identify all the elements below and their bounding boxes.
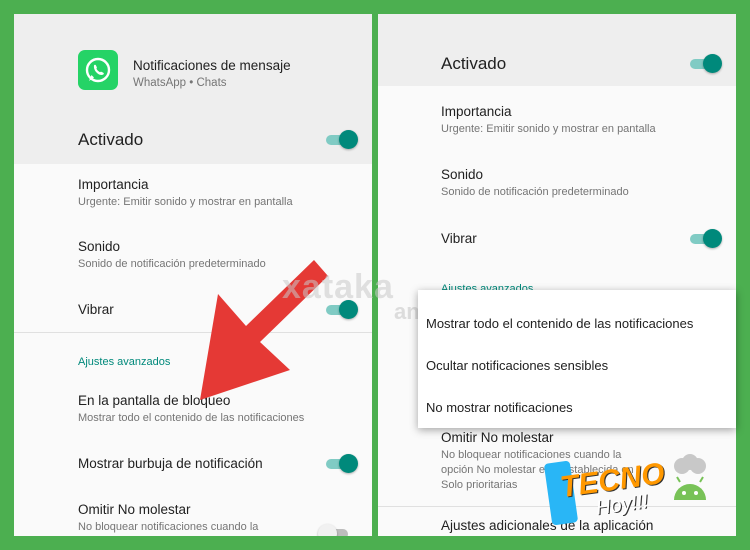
top-strip [378, 14, 736, 28]
importance-row[interactable]: Importancia Urgente: Emitir sonido y mos… [378, 94, 736, 152]
popup-option[interactable]: Mostrar todo el contenido de las notific… [426, 316, 693, 331]
dnd-row[interactable]: Omitir No molestar No bloquear notificac… [14, 490, 372, 536]
popup-option[interactable]: Ocultar notificaciones sensibles [426, 358, 608, 373]
bubble-title: Mostrar burbuja de notificación [78, 456, 263, 471]
master-toggle-switch[interactable] [326, 130, 358, 150]
sound-title: Sonido [78, 239, 121, 254]
whatsapp-icon [78, 50, 118, 90]
dnd-switch[interactable] [318, 524, 350, 536]
lockscreen-subtitle: Mostrar todo el contenido de las notific… [78, 412, 305, 424]
vibrate-row[interactable]: Vibrar [378, 220, 736, 264]
importance-subtitle: Urgente: Emitir sonido y mostrar en pant… [78, 196, 293, 208]
dnd-title: Omitir No molestar [78, 502, 191, 517]
vibrate-title: Vibrar [78, 302, 114, 317]
master-toggle-row[interactable]: Activado [378, 28, 736, 86]
master-toggle-row[interactable]: Activado [14, 118, 372, 164]
bubble-switch[interactable] [326, 454, 358, 474]
sound-row[interactable]: Sonido Sonido de notificación predetermi… [378, 158, 736, 216]
popup-option[interactable]: No mostrar notificaciones [426, 400, 573, 415]
dnd-title: Omitir No molestar [441, 430, 554, 445]
advanced-section-title: Ajustes avanzados [78, 356, 171, 368]
master-toggle-label: Activado [441, 54, 507, 73]
dnd-subtitle-line3: Solo prioritarias [441, 479, 518, 491]
sound-subtitle: Sonido de notificación predeterminado [441, 186, 629, 198]
master-toggle-label: Activado [78, 130, 144, 149]
dnd-subtitle: No bloquear notificaciones cuando la [78, 521, 259, 533]
bubble-row[interactable]: Mostrar burbuja de notificación [14, 444, 372, 484]
vibrate-switch[interactable] [690, 229, 722, 249]
importance-subtitle: Urgente: Emitir sonido y mostrar en pant… [441, 123, 656, 135]
app-title: Notificaciones de mensaje [133, 58, 291, 73]
lockscreen-options-popup: Mostrar todo el contenido de las notific… [418, 290, 736, 428]
app-header: Notificaciones de mensaje WhatsApp • Cha… [14, 14, 372, 118]
tecnohoy-logo: TECNO Hoy!!! [544, 454, 724, 539]
sound-title: Sonido [441, 167, 484, 182]
importance-row[interactable]: Importancia Urgente: Emitir sonido y mos… [14, 164, 372, 222]
importance-title: Importancia [441, 104, 512, 119]
master-toggle-switch[interactable] [690, 54, 722, 74]
app-subtitle: WhatsApp • Chats [133, 77, 227, 89]
importance-title: Importancia [78, 177, 149, 192]
vibrate-title: Vibrar [441, 231, 477, 246]
